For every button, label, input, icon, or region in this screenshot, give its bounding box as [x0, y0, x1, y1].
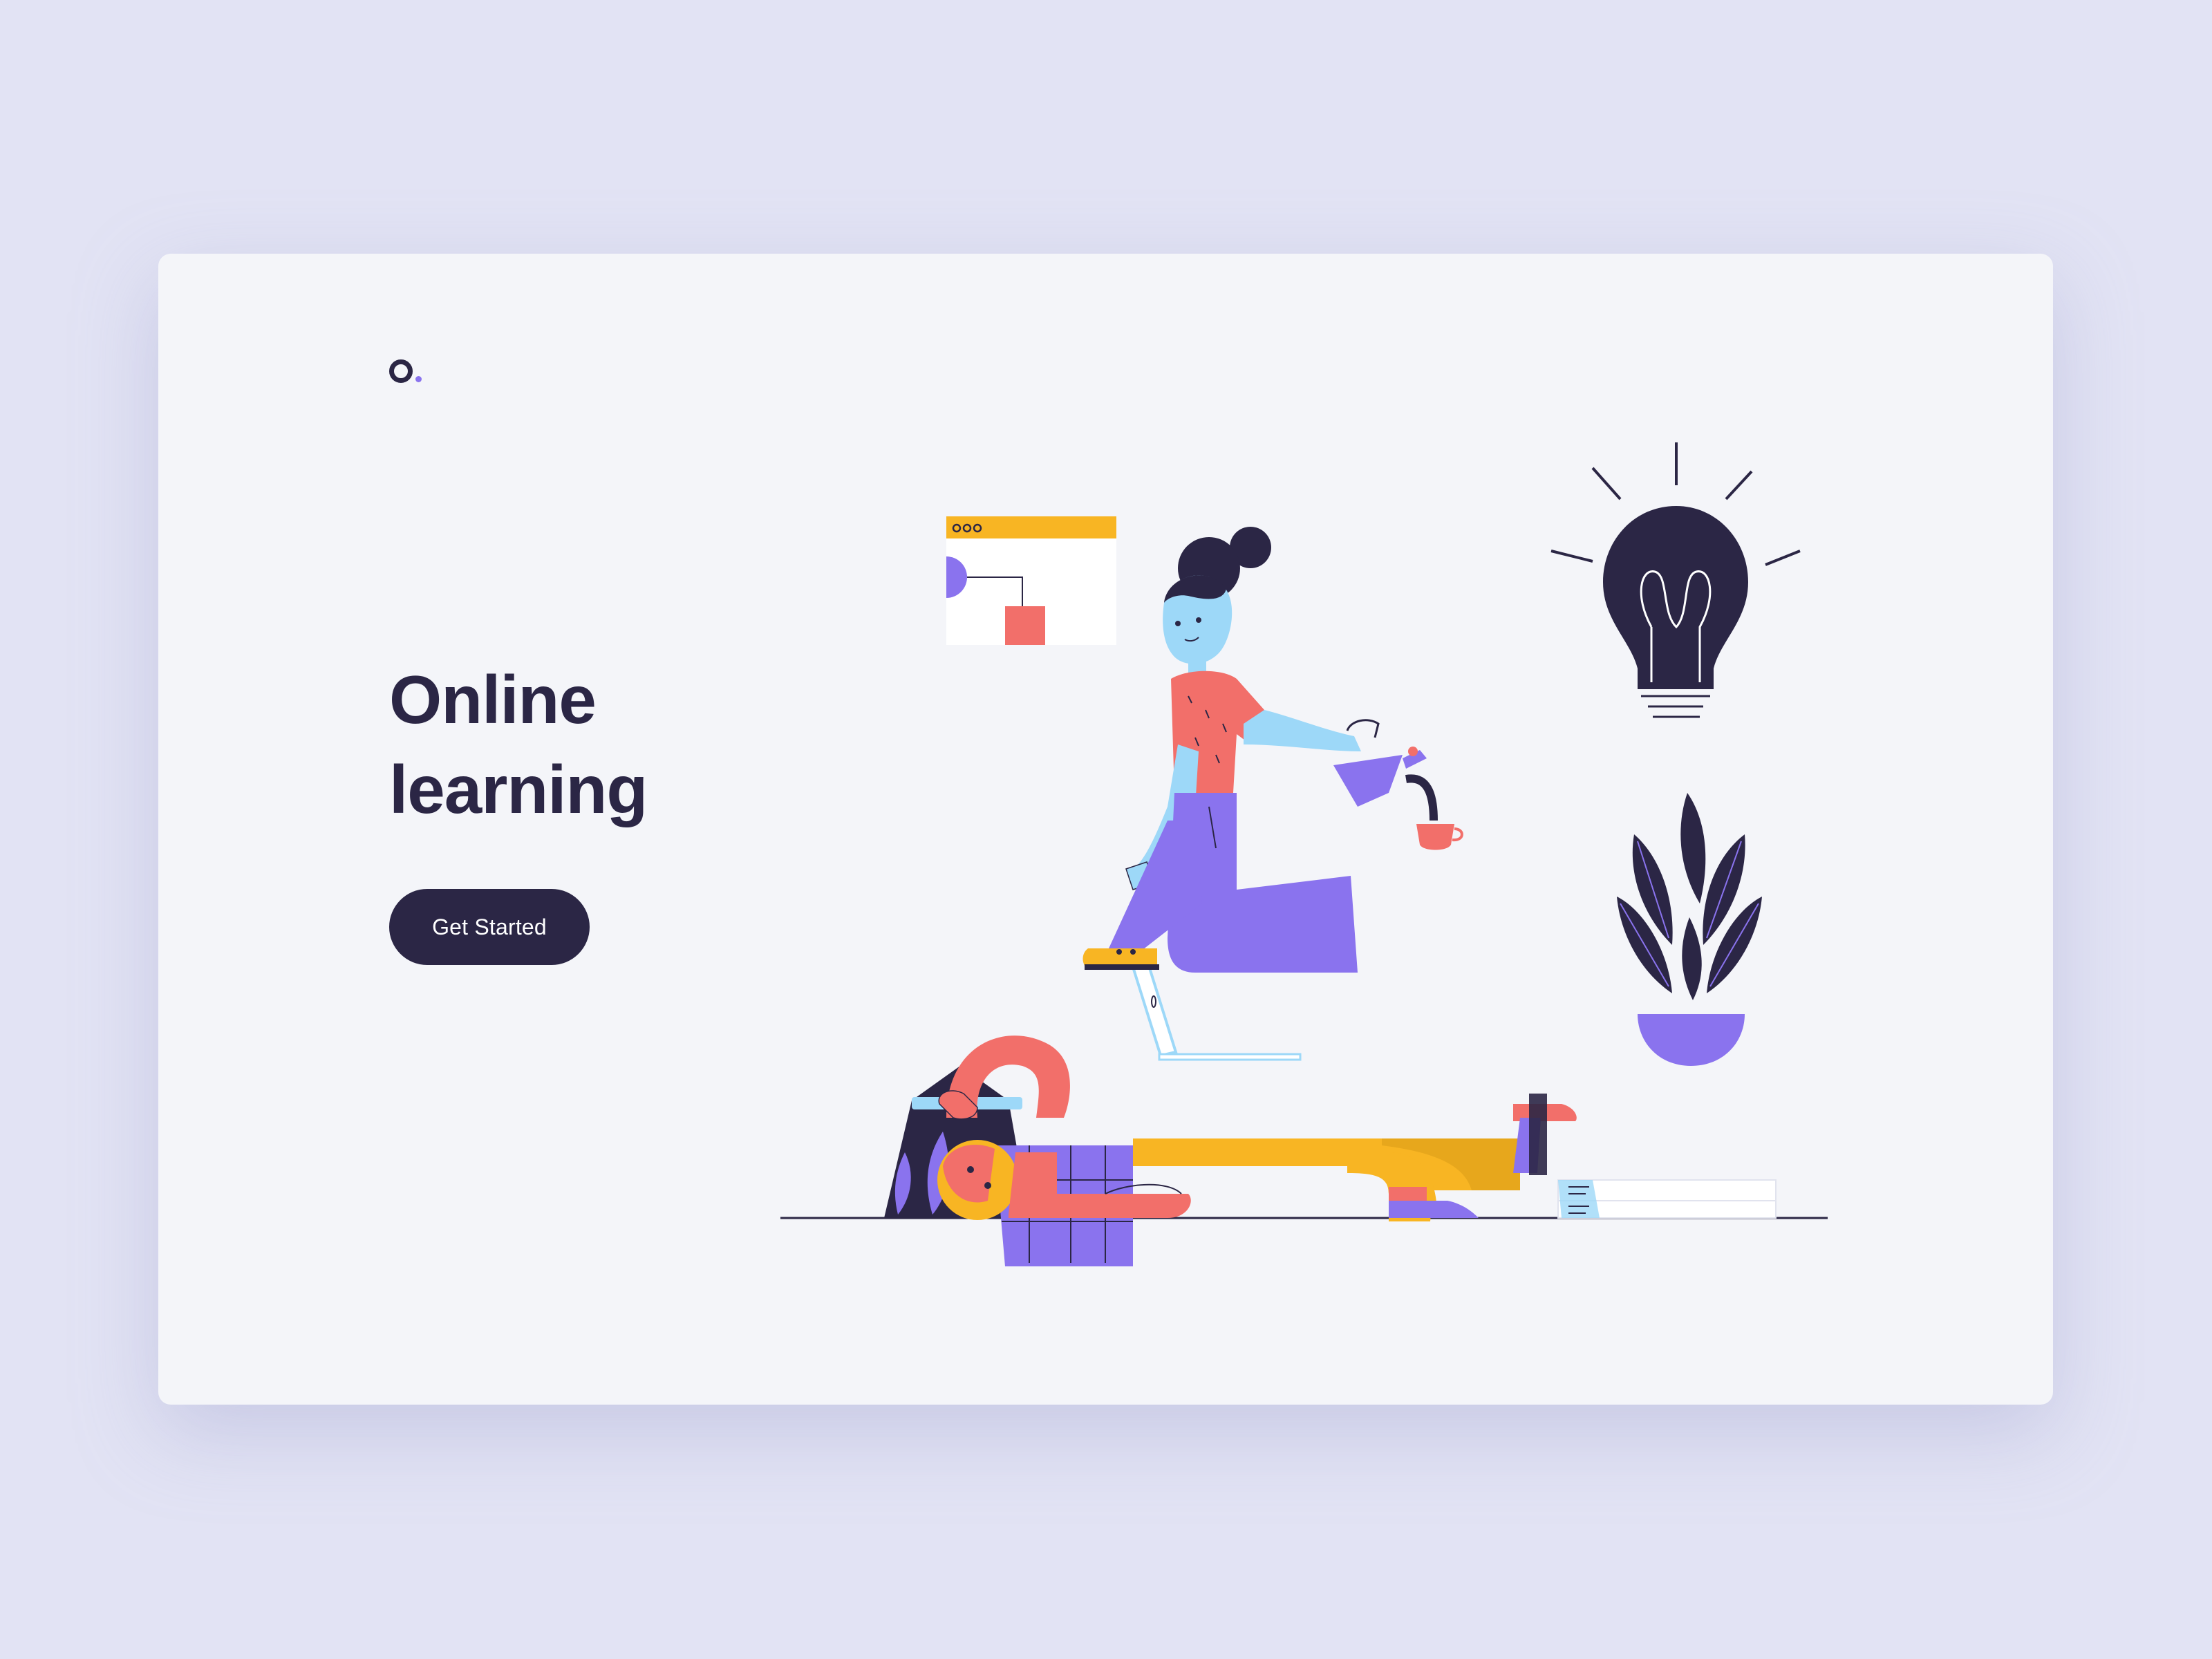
man-figure [937, 1035, 1577, 1266]
hero-illustration [780, 442, 1828, 1266]
logo-ring [389, 359, 413, 383]
hero-title-line-2: learning [389, 751, 648, 827]
lightbulb-icon [1550, 442, 1801, 718]
brand-logo-icon[interactable] [389, 359, 431, 387]
cup-icon [1416, 824, 1463, 850]
plant-icon [1617, 793, 1762, 1066]
get-started-button[interactable]: Get Started [389, 889, 590, 965]
hero-title-line-1: Online [389, 662, 597, 738]
browser-window-icon [946, 516, 1116, 645]
woman-figure [1082, 527, 1463, 973]
logo-dot [415, 376, 422, 382]
landing-card: Online learning Get Started [158, 254, 2053, 1405]
hero-title: Online learning [389, 655, 749, 834]
books-icon [1557, 1179, 1777, 1219]
